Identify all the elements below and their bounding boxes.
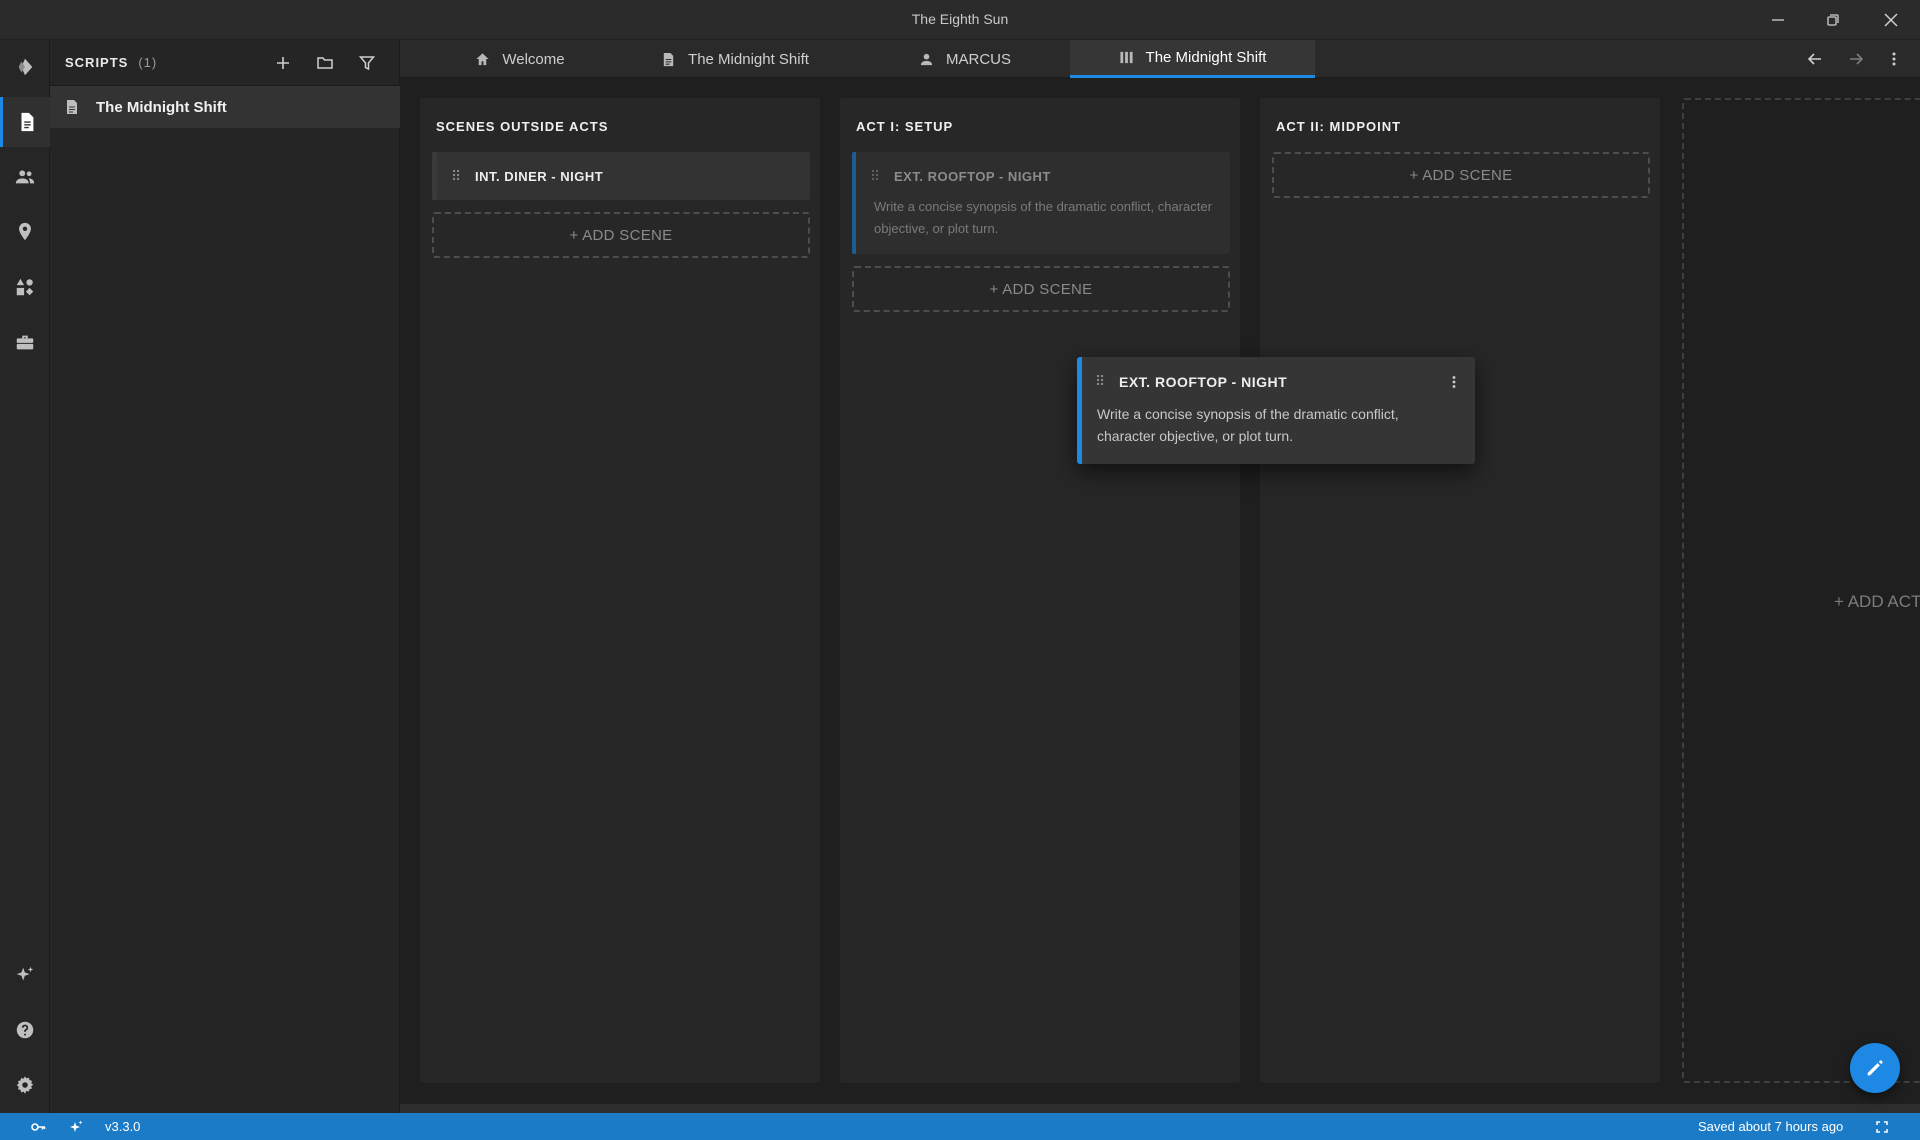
minimize-button[interactable] (1750, 0, 1806, 40)
sparkle-icon (70, 1120, 83, 1132)
sidebar-title: SCRIPTS (65, 55, 129, 70)
activity-scripts[interactable] (0, 97, 50, 147)
more-vertical-icon (1452, 376, 1456, 388)
sidebar-count: (1) (138, 55, 158, 70)
tab-board[interactable]: The Midnight Shift (1070, 40, 1315, 78)
dragging-scene-card[interactable]: ⠿ EXT. ROOFTOP - NIGHT Write a concise s… (1077, 357, 1475, 464)
document-icon (21, 112, 33, 132)
tab-label: Welcome (502, 50, 565, 68)
plus-icon (277, 57, 289, 69)
activity-ai[interactable] (0, 950, 50, 1000)
drag-handle-icon[interactable]: ⠿ (451, 169, 461, 183)
restore-icon (1827, 14, 1839, 26)
more-options-button[interactable] (1876, 40, 1912, 78)
tab-bar: Welcome The Midnight Shift MARCUS The Mi… (400, 40, 1920, 78)
app-logo (0, 42, 50, 92)
home-icon (476, 52, 489, 65)
column-act-1: ACT I: SETUP ⠿ EXT. ROOFTOP - NIGHT Writ… (840, 98, 1240, 1083)
add-scene-button[interactable]: + ADD SCENE (432, 212, 810, 258)
scene-card-placeholder[interactable]: ⠿ EXT. ROOFTOP - NIGHT Write a concise s… (852, 152, 1230, 254)
scene-title: INT. DINER - NIGHT (475, 169, 604, 184)
activity-help[interactable] (0, 1005, 50, 1055)
person-icon (920, 53, 933, 65)
edit-fab-button[interactable] (1850, 1043, 1900, 1093)
drag-handle-icon[interactable]: ⠿ (870, 169, 880, 183)
tab-welcome[interactable]: Welcome (445, 40, 595, 78)
board-icon (1119, 51, 1133, 64)
scene-title: EXT. ROOFTOP - NIGHT (1119, 374, 1288, 390)
back-button[interactable] (1797, 40, 1833, 78)
window-title: The Eighth Sun (911, 11, 1009, 27)
arrow-left-icon (1807, 53, 1821, 65)
help-icon (16, 1021, 34, 1039)
add-act-label: + ADD ACT (1834, 592, 1920, 611)
close-icon (1884, 13, 1898, 27)
tab-label: The Midnight Shift (688, 50, 809, 68)
people-icon (15, 170, 35, 184)
document-icon (663, 52, 674, 66)
toolbox-icon (16, 335, 34, 350)
drag-handle-icon[interactable]: ⠿ (1095, 374, 1105, 388)
location-pin-icon (19, 222, 31, 241)
activity-settings[interactable] (0, 1060, 50, 1110)
scene-synopsis: Write a concise synopsis of the dramatic… (874, 199, 1212, 236)
filter-icon (358, 56, 376, 71)
column-title: ACT II: MIDPOINT (1276, 119, 1402, 134)
activity-locations[interactable] (0, 207, 50, 257)
version-label: v3.3.0 (105, 1119, 141, 1134)
add-act-button[interactable]: + ADD ACT (1682, 98, 1920, 1083)
add-scene-button[interactable]: + ADD SCENE (852, 266, 1230, 312)
restore-button[interactable] (1805, 0, 1861, 40)
activity-elements[interactable] (0, 262, 50, 312)
more-vertical-icon (1892, 52, 1896, 66)
scripts-sidebar: SCRIPTS (1) The Midnight Shift (50, 40, 400, 1113)
forward-button[interactable] (1838, 40, 1874, 78)
sidebar-item-script[interactable]: The Midnight Shift (50, 86, 400, 128)
sparkle-icon (16, 966, 34, 981)
column-title: SCENES OUTSIDE ACTS (436, 119, 609, 134)
scene-card[interactable]: ⠿ INT. DINER - NIGHT (432, 152, 810, 200)
add-scene-button[interactable]: + ADD SCENE (1272, 152, 1650, 198)
minimize-icon (1772, 19, 1784, 21)
tab-character[interactable]: MARCUS (890, 40, 1040, 78)
license-key-button[interactable] (28, 1117, 48, 1137)
activity-tools[interactable] (0, 317, 50, 367)
close-window-button[interactable] (1863, 0, 1919, 40)
arrow-right-icon (1850, 53, 1864, 65)
scene-menu-button[interactable] (1444, 371, 1464, 393)
column-title: ACT I: SETUP (856, 119, 954, 134)
sidebar-header: SCRIPTS (1) (50, 40, 400, 86)
filter-button[interactable] (352, 48, 382, 78)
column-act-2: ACT II: MIDPOINT + ADD SCENE (1260, 98, 1660, 1083)
new-folder-button[interactable] (310, 48, 340, 78)
scene-synopsis: Write a concise synopsis of the dramatic… (1097, 406, 1399, 444)
horizontal-scrollbar[interactable] (400, 1104, 1920, 1113)
status-bar: v3.3.0 Saved about 7 hours ago (0, 1113, 1920, 1140)
act-board: SCENES OUTSIDE ACTS ⠿ INT. DINER - NIGHT… (400, 78, 1920, 1113)
fullscreen-icon (1876, 1121, 1888, 1133)
scene-title: EXT. ROOFTOP - NIGHT (894, 169, 1051, 184)
folder-icon (317, 57, 333, 69)
key-icon (31, 1123, 46, 1131)
tab-script[interactable]: The Midnight Shift (640, 40, 830, 78)
gear-icon (16, 1076, 34, 1094)
sidebar-item-label: The Midnight Shift (96, 98, 227, 116)
new-script-button[interactable] (268, 48, 298, 78)
tab-label: MARCUS (945, 50, 1011, 68)
ai-status-button[interactable] (66, 1117, 86, 1137)
logo-icon (18, 58, 33, 76)
document-icon (67, 100, 77, 114)
fullscreen-button[interactable] (1872, 1117, 1892, 1137)
activity-characters[interactable] (0, 152, 50, 202)
save-status: Saved about 7 hours ago (1698, 1119, 1844, 1134)
tab-label: The Midnight Shift (1145, 49, 1267, 66)
shapes-icon (16, 278, 34, 296)
pencil-icon (1867, 1060, 1883, 1076)
column-scenes-outside-acts: SCENES OUTSIDE ACTS ⠿ INT. DINER - NIGHT… (420, 98, 820, 1083)
